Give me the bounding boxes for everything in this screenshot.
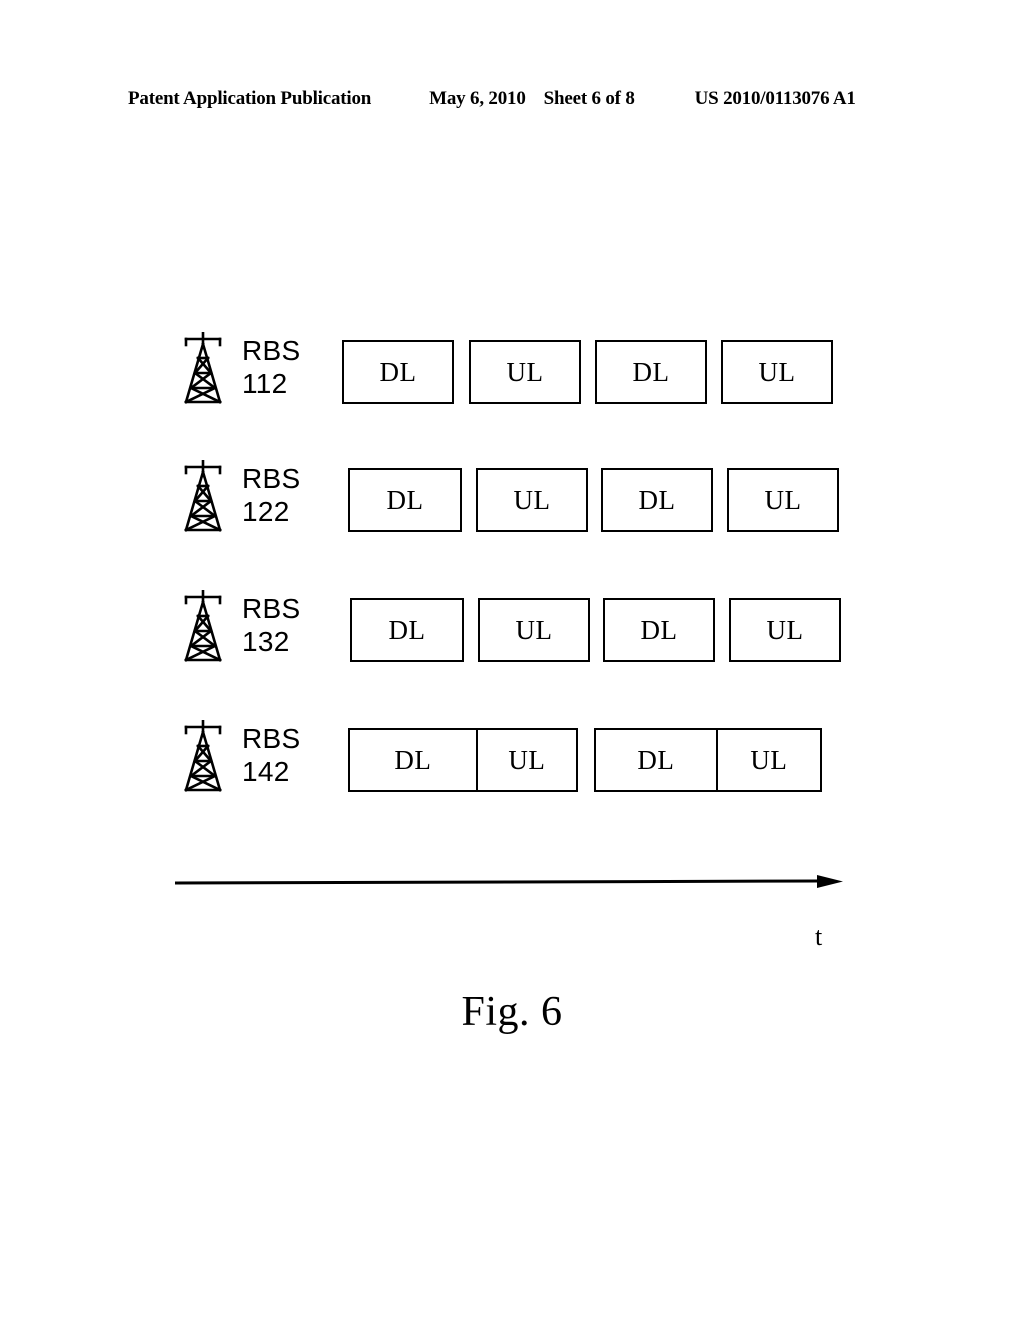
rbs-row: RBS 122 DL UL DL UL	[178, 458, 878, 538]
timeslot-group: DL	[603, 598, 715, 662]
rbs-label: RBS 112	[242, 334, 322, 400]
timeslot-ul: UL	[506, 356, 544, 387]
rbs-label: RBS 132	[242, 592, 322, 658]
rbs-row: RBS 132 DL UL DL UL	[178, 588, 878, 668]
timeslot-ul: UL	[764, 484, 802, 515]
time-axis-label: t	[815, 922, 823, 951]
timeslot-group: DL UL	[594, 728, 822, 792]
timeslot-group: UL	[727, 468, 839, 532]
rbs-label: RBS 142	[242, 722, 322, 788]
timeslot-group: DL	[601, 468, 713, 532]
timeslot-ul: UL	[475, 730, 576, 790]
timeslot-group: UL	[469, 340, 581, 404]
timeslot-ul: UL	[715, 730, 820, 790]
timeslot-group: UL	[729, 598, 841, 662]
timeslot-dl: DL	[388, 614, 426, 645]
rbs-row: RBS 112 DL UL DL UL	[178, 330, 878, 410]
rbs-label-number: 122	[242, 496, 290, 527]
radio-base-station-tower-icon	[178, 720, 228, 794]
rbs-label-number: 142	[242, 756, 290, 787]
rbs-row: RBS 142 DL UL DL UL	[178, 718, 878, 798]
radio-base-station-tower-icon	[178, 590, 228, 664]
timeslot-group: DL	[342, 340, 454, 404]
figure-caption: Fig. 6	[461, 989, 563, 1035]
timeslot-group: UL	[478, 598, 590, 662]
timeslot-dl: DL	[386, 484, 424, 515]
timeslot-ul: UL	[758, 356, 796, 387]
timeslot-ul: UL	[766, 614, 804, 645]
timeslot-group: UL	[476, 468, 588, 532]
rbs-label-name: RBS	[242, 593, 301, 624]
radio-base-station-tower-icon	[178, 332, 228, 406]
figure-6-diagram: RBS 112 DL UL DL UL RBS 122 DL UL DL UL RBS 132 DL UL DL…	[0, 0, 1024, 1320]
timeslot-ul: UL	[515, 614, 553, 645]
rbs-label: RBS 122	[242, 462, 322, 528]
timeslot-dl: DL	[638, 484, 676, 515]
timeslot-group: DL	[348, 468, 462, 532]
timeslot-group: DL	[350, 598, 464, 662]
timeslot-dl: DL	[632, 356, 670, 387]
timeslot-dl: DL	[379, 356, 417, 387]
rbs-label-name: RBS	[242, 463, 301, 494]
timeslot-dl: DL	[637, 744, 675, 775]
timeslot-group: UL	[721, 340, 833, 404]
time-axis-arrow	[175, 874, 843, 890]
rbs-label-name: RBS	[242, 723, 301, 754]
timeslot-group: DL	[595, 340, 707, 404]
timeslot-dl: DL	[394, 744, 432, 775]
timeslot-group: DL UL	[348, 728, 578, 792]
rbs-label-number: 132	[242, 626, 290, 657]
timeslot-dl: DL	[640, 614, 678, 645]
rbs-label-name: RBS	[242, 335, 301, 366]
rbs-label-number: 112	[242, 368, 288, 399]
radio-base-station-tower-icon	[178, 460, 228, 534]
timeslot-ul: UL	[513, 484, 551, 515]
